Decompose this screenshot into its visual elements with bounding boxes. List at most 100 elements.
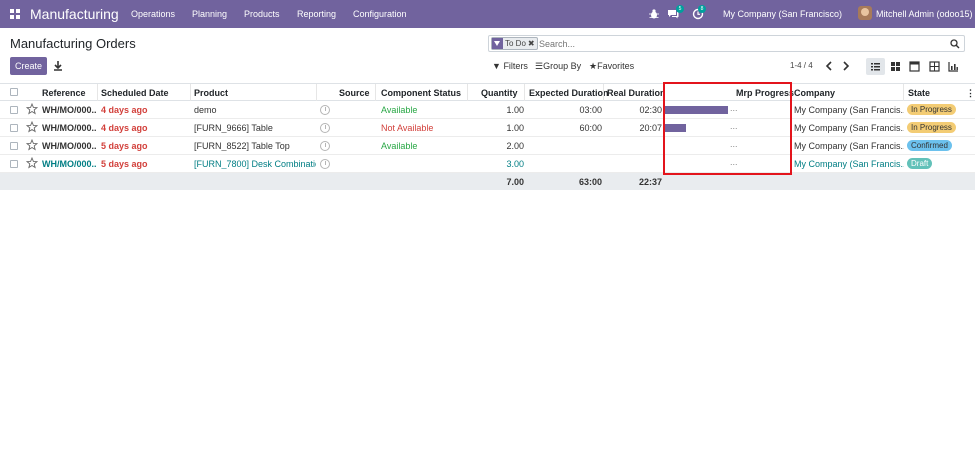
star-icon: ★: [589, 61, 598, 71]
col-scheduled-date[interactable]: Scheduled Date: [101, 88, 169, 98]
company-switcher[interactable]: My Company (San Francisco): [723, 9, 842, 19]
cell-quantity: 3.00: [506, 159, 524, 169]
cell-expected-duration: 60:00: [579, 123, 602, 133]
col-expected-duration[interactable]: Expected Duration: [529, 88, 609, 98]
chevron-left-icon[interactable]: [824, 60, 834, 72]
kanban-view-icon[interactable]: [886, 58, 905, 75]
table-footer: 7.00 63:00 22:37: [0, 173, 975, 190]
favorites-button[interactable]: ★Favorites: [589, 61, 634, 72]
total-quantity: 7.00: [506, 177, 524, 187]
chevron-right-icon[interactable]: [841, 60, 851, 72]
column-divider: [316, 84, 317, 101]
cell-expected-duration: 03:00: [579, 105, 602, 115]
column-divider: [903, 84, 904, 101]
cell-real-duration: 20:07: [639, 123, 662, 133]
menu-planning[interactable]: Planning: [192, 9, 227, 19]
bug-icon[interactable]: [648, 8, 660, 20]
col-product[interactable]: Product: [194, 88, 228, 98]
row-checkbox[interactable]: [10, 124, 18, 132]
cell-reference: WH/MO/000...: [42, 105, 97, 115]
filter-facet[interactable]: To Do ✖: [491, 37, 538, 50]
graph-view-icon[interactable]: [944, 58, 963, 75]
cell-company: My Company (San Francis...: [794, 159, 904, 169]
status-badge: Draft: [907, 158, 933, 169]
col-reference[interactable]: Reference: [42, 88, 86, 98]
facet-label: To Do: [505, 39, 526, 48]
list-view-icon[interactable]: [866, 58, 885, 75]
cell-scheduled-date: 4 days ago: [101, 105, 148, 115]
select-all-checkbox[interactable]: [10, 88, 18, 96]
cell-component-status: Available: [381, 141, 418, 151]
cell-reference: WH/MO/000...: [42, 123, 97, 133]
cell-quantity: 1.00: [506, 105, 524, 115]
cell-scheduled-date: 5 days ago: [101, 141, 148, 151]
priority-star-icon[interactable]: [26, 139, 38, 151]
table-row[interactable]: WH/MO/000... 4 days ago [FURN_9666] Tabl…: [0, 119, 975, 137]
col-source[interactable]: Source: [339, 88, 370, 98]
user-menu[interactable]: Mitchell Admin (odoo15): [876, 9, 973, 19]
mrp-progress-highlight: [663, 82, 792, 175]
search-input[interactable]: [539, 37, 939, 50]
groupby-button[interactable]: ☰Group By: [535, 61, 581, 72]
calendar-view-icon[interactable]: [905, 58, 924, 75]
cell-component-status: Not Available: [381, 123, 434, 133]
filters-label: Filters: [503, 61, 528, 71]
groupby-icon: ☰: [535, 61, 544, 71]
cell-component-status: Available: [381, 105, 418, 115]
pager-value[interactable]: 1-4 / 4: [790, 61, 813, 70]
col-real-duration[interactable]: Real Duration: [607, 88, 666, 98]
create-button[interactable]: Create: [10, 57, 47, 75]
app-name[interactable]: Manufacturing: [30, 6, 119, 22]
row-checkbox[interactable]: [10, 142, 18, 150]
cell-product: [FURN_7800] Desk Combination: [194, 159, 316, 169]
status-badge: Confirmed: [907, 140, 952, 151]
row-checkbox[interactable]: [10, 160, 18, 168]
cell-real-duration: 02:30: [639, 105, 662, 115]
table-row[interactable]: WH/MO/000... 5 days ago [FURN_8522] Tabl…: [0, 137, 975, 155]
cell-company: My Company (San Francis...: [794, 141, 904, 151]
filter-icon: ▼: [492, 61, 501, 71]
priority-star-icon[interactable]: [26, 157, 38, 169]
app-menu-icon[interactable]: [10, 9, 20, 19]
user-avatar[interactable]: [858, 6, 872, 20]
download-icon[interactable]: [50, 57, 66, 75]
row-checkbox[interactable]: [10, 106, 18, 114]
cell-product: [FURN_8522] Table Top: [194, 141, 290, 151]
col-component-status[interactable]: Component Status: [381, 88, 461, 98]
menu-operations[interactable]: Operations: [131, 9, 175, 19]
col-quantity[interactable]: Quantity: [481, 88, 518, 98]
cell-quantity: 1.00: [506, 123, 524, 133]
table-header: Reference Scheduled Date Product Source …: [0, 83, 975, 101]
optional-columns-icon[interactable]: ⋮: [966, 88, 975, 99]
cell-product: [FURN_9666] Table: [194, 123, 273, 133]
search-icon[interactable]: [950, 39, 960, 49]
cell-scheduled-date: 5 days ago: [101, 159, 148, 169]
top-navbar: Manufacturing Operations Planning Produc…: [0, 0, 975, 28]
priority-star-icon[interactable]: [26, 103, 38, 115]
menu-reporting[interactable]: Reporting: [297, 9, 336, 19]
menu-configuration[interactable]: Configuration: [353, 9, 407, 19]
table-row[interactable]: WH/MO/000... 4 days ago demo Available 1…: [0, 101, 975, 119]
priority-star-icon[interactable]: [26, 121, 38, 133]
chat-badge: 5: [676, 5, 684, 13]
filter-icon: [492, 38, 503, 49]
col-state[interactable]: State: [908, 88, 930, 98]
status-badge: In Progress: [907, 104, 956, 115]
filters-button[interactable]: ▼ Filters: [492, 61, 528, 71]
status-badge: In Progress: [907, 122, 956, 133]
cell-company: My Company (San Francis...: [794, 105, 904, 115]
column-divider: [97, 84, 98, 101]
column-divider: [467, 84, 468, 101]
page-title: Manufacturing Orders: [10, 36, 136, 51]
menu-products[interactable]: Products: [244, 9, 280, 19]
column-divider: [190, 84, 191, 101]
cell-company: My Company (San Francis...: [794, 123, 904, 133]
pivot-view-icon[interactable]: [925, 58, 944, 75]
col-company[interactable]: Company: [794, 88, 835, 98]
facet-close-icon[interactable]: ✖: [528, 38, 537, 49]
groupby-label: Group By: [543, 61, 582, 71]
table-row[interactable]: WH/MO/000... 5 days ago [FURN_7800] Desk…: [0, 155, 975, 173]
cell-reference: WH/MO/000...: [42, 159, 97, 169]
cell-product: demo: [194, 105, 217, 115]
cell-reference: WH/MO/000...: [42, 141, 97, 151]
